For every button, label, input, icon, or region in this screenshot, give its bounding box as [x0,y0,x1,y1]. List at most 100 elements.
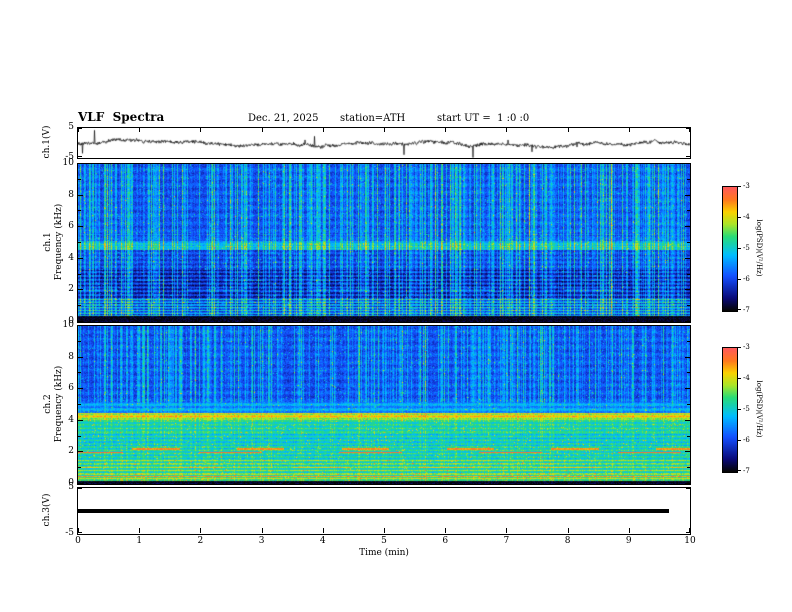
minor-tick-mark [687,340,690,342]
tick-mark [200,128,202,132]
tick-mark [261,128,263,132]
y-tick-label: -5 [65,152,74,162]
x-tick-label: 0 [75,536,81,546]
tick-mark [78,321,83,322]
tick-mark [685,289,690,291]
tick-mark [567,128,569,132]
colorbar-tick-mark [737,279,741,280]
tick-mark [685,194,690,196]
tick-mark [628,528,630,533]
ch3-voltage-axis-label: ch.3(V) [42,493,52,527]
tick-mark [78,128,79,132]
y-tick-label: 4 [68,414,74,425]
tick-mark [78,226,83,228]
minor-tick-mark [78,210,81,212]
y-tick-label: 2 [68,284,74,295]
y-tick-label: 4 [68,252,74,263]
minor-tick-mark [687,305,690,307]
tick-mark [685,388,690,390]
colorbar-tick-mark [737,378,741,379]
minor-tick-mark [78,178,81,180]
x-tick-label: 3 [258,536,265,546]
tick-mark [685,257,690,259]
minor-tick-mark [687,242,690,243]
colorbar-tick-label: -6 [743,436,750,444]
colorbar-tick-label: -7 [743,467,750,475]
ch2-colorbar-label: log(PSD)(V²/Hz) [755,380,763,438]
tick-mark [685,419,690,421]
y-tick-label: 10 [62,320,74,330]
tick-mark [261,528,263,533]
tick-mark [685,321,690,322]
x-tick-label: 10 [684,536,696,546]
minor-tick-mark [78,305,81,307]
ch2-colorbar [722,347,738,473]
ch1-waveform-canvas [78,128,690,158]
minor-tick-mark [687,372,690,374]
tick-mark [686,488,690,489]
colorbar-tick-mark [737,248,741,249]
tick-mark [78,156,82,157]
colorbar-tick-label: -3 [743,343,750,351]
tick-mark [689,528,690,533]
colorbar-tick-label: -5 [743,244,750,252]
colorbar-tick-mark [737,217,741,218]
tick-mark [139,128,141,132]
y-tick-label: 5 [68,122,74,132]
tick-mark [445,128,447,132]
tick-mark [78,257,83,259]
ch1-spectrogram-panel [77,163,691,323]
tick-mark [685,163,690,164]
minor-tick-mark [78,467,81,469]
y-tick-label: 8 [68,189,74,200]
ch2-spectrogram-panel [77,325,691,485]
x-tick-label: 8 [564,536,571,546]
tick-mark [78,483,83,484]
y-tick-label: 2 [68,446,74,457]
colorbar-tick-mark [737,186,741,187]
ch2-spectrogram-canvas [78,326,690,484]
x-tick-label: 9 [625,536,632,546]
tick-mark [78,325,83,326]
x-tick-label: 4 [319,536,326,546]
y-tick-label: 6 [68,221,74,232]
vlf-spectra-figure: VLF Spectra Dec. 21, 2025 station=ATH st… [0,0,792,612]
tick-mark [78,488,82,489]
tick-mark [686,156,690,157]
figure-date: Dec. 21, 2025 [248,113,319,124]
tick-mark [689,128,690,132]
colorbar-tick-label: -4 [743,213,750,221]
x-tick-label: 1 [136,536,143,546]
y-tick-label: 8 [68,351,74,362]
minor-tick-mark [687,178,690,180]
minor-tick-mark [78,273,81,275]
colorbar-tick-label: -6 [743,275,750,283]
ch1-label: ch.1 [43,232,53,252]
minor-tick-mark [687,467,690,469]
colorbar-tick-label: -4 [743,374,750,382]
ch2-frequency-axis-label: ch.2 Frequency (kHz) [43,366,65,443]
ch1-frequency-text: Frequency (kHz) [54,203,64,281]
figure-station: station=ATH [340,113,406,124]
tick-mark [78,194,83,196]
ch1-frequency-axis-label: ch.1 Frequency (kHz) [43,204,65,281]
ch1-colorbar-label: log(PSD)(V²/Hz) [755,219,763,277]
ch1-colorbar [722,186,738,312]
tick-mark [78,451,83,453]
colorbar-tick-label: -7 [743,306,750,314]
tick-mark [685,483,690,484]
x-tick-label: 6 [442,536,449,546]
tick-mark [78,528,79,533]
y-tick-label: 6 [68,383,74,394]
colorbar-tick-mark [737,409,741,410]
ch1-colorbar-canvas [723,187,737,311]
minor-tick-mark [78,435,81,437]
ch2-colorbar-canvas [723,348,737,472]
colorbar-tick-mark [737,347,741,348]
y-tick-label: 5 [68,482,74,492]
tick-mark [685,451,690,453]
minor-tick-mark [78,340,81,342]
colorbar-tick-mark [737,440,741,441]
ch3-flatline [78,509,669,513]
tick-mark [685,226,690,228]
